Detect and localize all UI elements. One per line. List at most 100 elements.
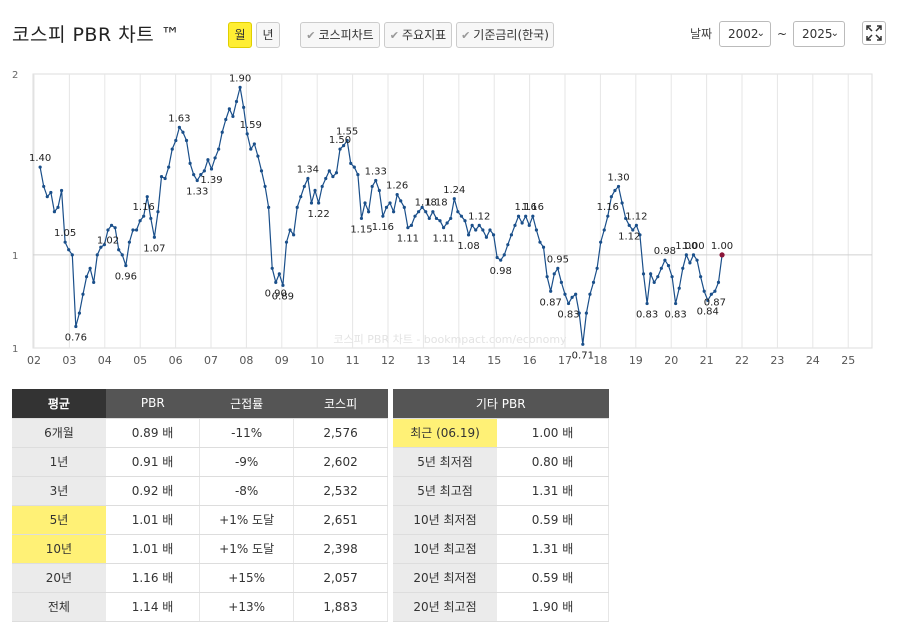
data-point: [156, 210, 160, 214]
expand-icon: [866, 25, 882, 41]
avg-kospi-value: 2,576: [293, 418, 388, 448]
data-point: [481, 228, 485, 232]
data-point: [545, 275, 549, 279]
table-row: 10년 최저점 0.59 배: [393, 505, 609, 535]
toggle-indicators[interactable]: ✔ 주요지표: [384, 22, 452, 48]
other-pbr-label: 5년 최저점: [393, 447, 497, 477]
data-point: [209, 167, 214, 171]
data-label: 1.34: [297, 165, 319, 176]
start-year-select[interactable]: 2002 ⌄: [719, 21, 771, 47]
data-point: [63, 240, 67, 244]
data-point: [131, 228, 135, 232]
data-point: [195, 178, 199, 183]
data-label: 0.98: [654, 246, 676, 257]
data-point: [177, 125, 181, 129]
other-pbr-value: 1.00 배: [497, 418, 609, 448]
data-point: [534, 228, 539, 232]
data-point: [616, 184, 621, 189]
data-point: [384, 205, 389, 209]
end-year-select[interactable]: 2025 ⌄: [793, 21, 845, 47]
table-row: 최근 (06.19) 1.00 배: [393, 418, 609, 448]
other-pbr-value: 1.31 배: [497, 476, 609, 506]
x-tick-label: 05: [133, 354, 147, 367]
data-point: [599, 240, 603, 244]
data-point: [634, 223, 638, 227]
data-point: [516, 214, 521, 218]
avg-proximity-rate: +1% 도달: [199, 534, 295, 564]
data-point: [188, 161, 192, 165]
date-label: 날짜: [690, 27, 713, 41]
data-label: 1.33: [365, 166, 387, 177]
fullscreen-button[interactable]: [862, 21, 886, 45]
table-row: 5년 최고점 1.31 배: [393, 476, 609, 506]
data-point: [159, 174, 164, 179]
check-icon: ✔: [389, 29, 400, 42]
other-pbr-label: 10년 최고점: [393, 534, 497, 564]
data-label: 1.12: [468, 211, 490, 222]
period-year-button[interactable]: 년: [256, 22, 280, 48]
x-tick-label: 04: [98, 354, 112, 367]
data-point: [684, 253, 688, 257]
avg-kospi-value: 2,651: [293, 505, 388, 535]
data-point: [267, 205, 271, 209]
data-point: [49, 190, 53, 195]
data-label: 1.30: [607, 172, 629, 183]
data-point: [124, 263, 128, 268]
data-point: [581, 342, 585, 346]
data-point: [359, 216, 364, 221]
data-point: [409, 223, 414, 227]
x-tick-label: 19: [629, 354, 643, 367]
data-point: [324, 176, 328, 181]
data-label: 1.18: [425, 198, 447, 209]
data-point: [45, 195, 49, 199]
data-point: [413, 214, 417, 218]
data-point: [320, 184, 324, 189]
data-point: [574, 292, 578, 296]
x-tick-label: 20: [664, 354, 678, 367]
y-tick-label: 2: [12, 70, 18, 81]
data-point: [491, 233, 496, 237]
data-point: [549, 289, 553, 293]
data-point: [374, 178, 378, 183]
avg-proximity-rate: -8%: [199, 476, 295, 506]
data-point: [38, 165, 42, 169]
data-label: 1.33: [186, 186, 208, 197]
data-point: [145, 195, 149, 199]
data-point: [456, 210, 460, 214]
data-point: [184, 138, 189, 143]
data-label: 0.98: [490, 266, 512, 277]
toggle-kospi-chart[interactable]: ✔ 코스피차트: [300, 22, 380, 48]
other-pbr-value: 0.80 배: [497, 447, 609, 477]
data-point: [274, 280, 278, 285]
data-point: [395, 192, 399, 197]
data-point: [406, 226, 410, 230]
data-point: [377, 188, 381, 193]
data-label: 1.22: [307, 209, 329, 220]
data-point: [284, 240, 289, 244]
x-tick-label: 02: [27, 354, 41, 367]
y-tick-label: 1: [12, 344, 18, 355]
data-point: [674, 301, 678, 306]
avg-proximity-rate: -9%: [199, 447, 295, 477]
data-point: [495, 255, 499, 260]
data-point: [59, 188, 64, 193]
x-tick-label: 17: [558, 354, 572, 367]
data-point: [449, 216, 453, 221]
data-point: [217, 147, 221, 151]
x-tick-label: 15: [487, 354, 501, 367]
data-point: [327, 169, 331, 173]
data-point: [356, 173, 360, 177]
data-point: [113, 226, 117, 230]
data-label: 1.00: [711, 241, 733, 252]
data-point: [527, 223, 531, 227]
data-point: [438, 219, 442, 223]
data-point: [109, 223, 114, 227]
toggle-base-rate[interactable]: ✔ 기준금리(한국): [456, 22, 554, 48]
data-point: [52, 210, 57, 214]
data-point: [152, 235, 156, 239]
period-month-button[interactable]: 월: [228, 22, 252, 48]
data-point: [81, 292, 85, 296]
data-point: [463, 219, 467, 223]
data-point: [331, 174, 335, 179]
check-icon: ✔: [461, 29, 471, 42]
